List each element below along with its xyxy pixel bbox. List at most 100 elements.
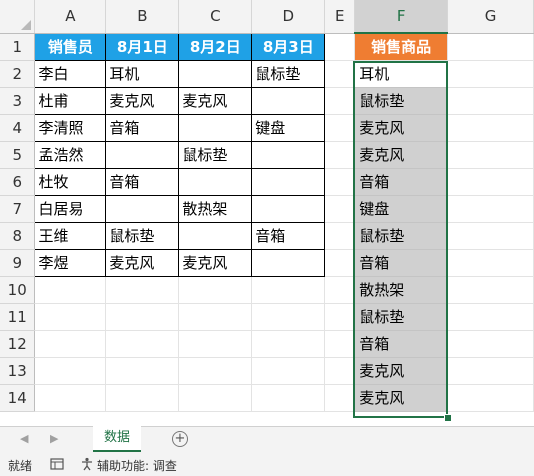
column-header-g[interactable]: G	[447, 0, 534, 34]
cell[interactable]	[447, 87, 534, 115]
cell[interactable]	[324, 357, 356, 385]
cell[interactable]	[324, 222, 356, 250]
cell-sale[interactable]	[178, 167, 253, 196]
cell-sale[interactable]: 麦克风	[178, 86, 253, 115]
cell-sale[interactable]	[251, 194, 326, 223]
cell-sale[interactable]: 音箱	[105, 113, 180, 142]
cell-sale[interactable]	[251, 167, 326, 196]
cell-product[interactable]: 麦克风	[354, 384, 449, 412]
cell-sale[interactable]: 音箱	[105, 167, 180, 196]
cell[interactable]	[447, 276, 534, 304]
cell[interactable]	[251, 303, 326, 331]
cell-sale[interactable]	[178, 113, 253, 142]
cell-sale[interactable]	[251, 86, 326, 115]
cell-seller[interactable]: 王维	[34, 221, 107, 250]
cell-sale[interactable]: 音箱	[251, 221, 326, 250]
cell-seller[interactable]: 白居易	[34, 194, 107, 223]
cell-sale[interactable]: 耳机	[105, 59, 180, 88]
header-cell-date[interactable]: 8月2日	[178, 32, 253, 61]
cell-product[interactable]: 音箱	[354, 168, 449, 196]
header-cell-products[interactable]: 销售商品	[354, 33, 449, 61]
cell[interactable]	[324, 114, 356, 142]
cell[interactable]	[447, 168, 534, 196]
cell[interactable]	[324, 87, 356, 115]
cell-product[interactable]: 键盘	[354, 195, 449, 223]
row-header[interactable]: 2	[0, 60, 36, 88]
header-cell-date[interactable]: 8月3日	[251, 32, 326, 61]
cell[interactable]	[324, 276, 356, 304]
cell-sale[interactable]: 麦克风	[178, 248, 253, 277]
cell[interactable]	[447, 384, 534, 412]
cell[interactable]	[105, 357, 180, 385]
cell-sale[interactable]: 键盘	[251, 113, 326, 142]
cell[interactable]	[178, 330, 253, 358]
cell[interactable]	[34, 357, 107, 385]
cell-seller[interactable]: 孟浩然	[34, 140, 107, 169]
row-header[interactable]: 12	[0, 330, 36, 358]
row-header[interactable]: 3	[0, 87, 36, 115]
row-header[interactable]: 5	[0, 141, 36, 169]
cell[interactable]	[34, 303, 107, 331]
cell-sale[interactable]: 鼠标垫	[251, 59, 326, 88]
column-header-e[interactable]: E	[324, 0, 356, 34]
cell[interactable]	[447, 60, 534, 88]
row-header[interactable]: 1	[0, 33, 36, 61]
cell-product[interactable]: 鼠标垫	[354, 303, 449, 331]
cell-sale[interactable]	[178, 59, 253, 88]
cell-product-active[interactable]: 耳机	[354, 60, 449, 88]
cell-sale[interactable]	[178, 221, 253, 250]
select-all-corner[interactable]	[0, 0, 36, 34]
row-header[interactable]: 4	[0, 114, 36, 142]
cell-sale[interactable]: 麦克风	[105, 248, 180, 277]
cell[interactable]	[178, 357, 253, 385]
cell[interactable]	[105, 330, 180, 358]
row-header[interactable]: 6	[0, 168, 36, 196]
row-header[interactable]: 8	[0, 222, 36, 250]
cell[interactable]	[324, 249, 356, 277]
cell[interactable]	[178, 303, 253, 331]
cell[interactable]	[105, 303, 180, 331]
sheet-next-icon[interactable]: ▶	[50, 432, 58, 445]
cell[interactable]	[447, 33, 534, 61]
cell[interactable]	[447, 357, 534, 385]
cell[interactable]	[251, 384, 326, 412]
cell[interactable]	[251, 276, 326, 304]
cell-product[interactable]: 鼠标垫	[354, 222, 449, 250]
cell[interactable]	[447, 249, 534, 277]
header-cell-seller[interactable]: 销售员	[34, 32, 107, 61]
cell[interactable]	[324, 195, 356, 223]
cell[interactable]	[447, 141, 534, 169]
cell-product[interactable]: 麦克风	[354, 114, 449, 142]
sheet-prev-icon[interactable]: ◀	[20, 432, 28, 445]
cell-product[interactable]: 音箱	[354, 249, 449, 277]
row-header[interactable]: 9	[0, 249, 36, 277]
cell-sale[interactable]	[105, 140, 180, 169]
sheet-tab-active[interactable]: 数据	[93, 426, 141, 452]
cell-product[interactable]: 麦克风	[354, 141, 449, 169]
header-cell-date[interactable]: 8月1日	[105, 32, 180, 61]
cell[interactable]	[324, 168, 356, 196]
cell[interactable]	[324, 384, 356, 412]
cell[interactable]	[324, 330, 356, 358]
cell-sale[interactable]: 鼠标垫	[178, 140, 253, 169]
cell-product[interactable]: 散热架	[354, 276, 449, 304]
column-header-c[interactable]: C	[178, 0, 253, 34]
cell-sale[interactable]: 鼠标垫	[105, 221, 180, 250]
column-header-d[interactable]: D	[251, 0, 326, 34]
cell-product[interactable]: 麦克风	[354, 357, 449, 385]
cell[interactable]	[178, 384, 253, 412]
cell-sale[interactable]	[105, 194, 180, 223]
accessibility-status[interactable]: 辅助功能: 调查	[97, 457, 177, 474]
cell-seller[interactable]: 杜甫	[34, 86, 107, 115]
cell-mode-icon[interactable]	[50, 457, 64, 474]
cell[interactable]	[447, 330, 534, 358]
cell-seller[interactable]: 李白	[34, 59, 107, 88]
row-header[interactable]: 13	[0, 357, 36, 385]
column-header-a[interactable]: A	[34, 0, 107, 34]
row-header[interactable]: 7	[0, 195, 36, 223]
cell-sale[interactable]: 散热架	[178, 194, 253, 223]
cell[interactable]	[447, 114, 534, 142]
cell[interactable]	[34, 384, 107, 412]
accessibility-icon[interactable]	[80, 457, 94, 474]
cell[interactable]	[324, 60, 356, 88]
